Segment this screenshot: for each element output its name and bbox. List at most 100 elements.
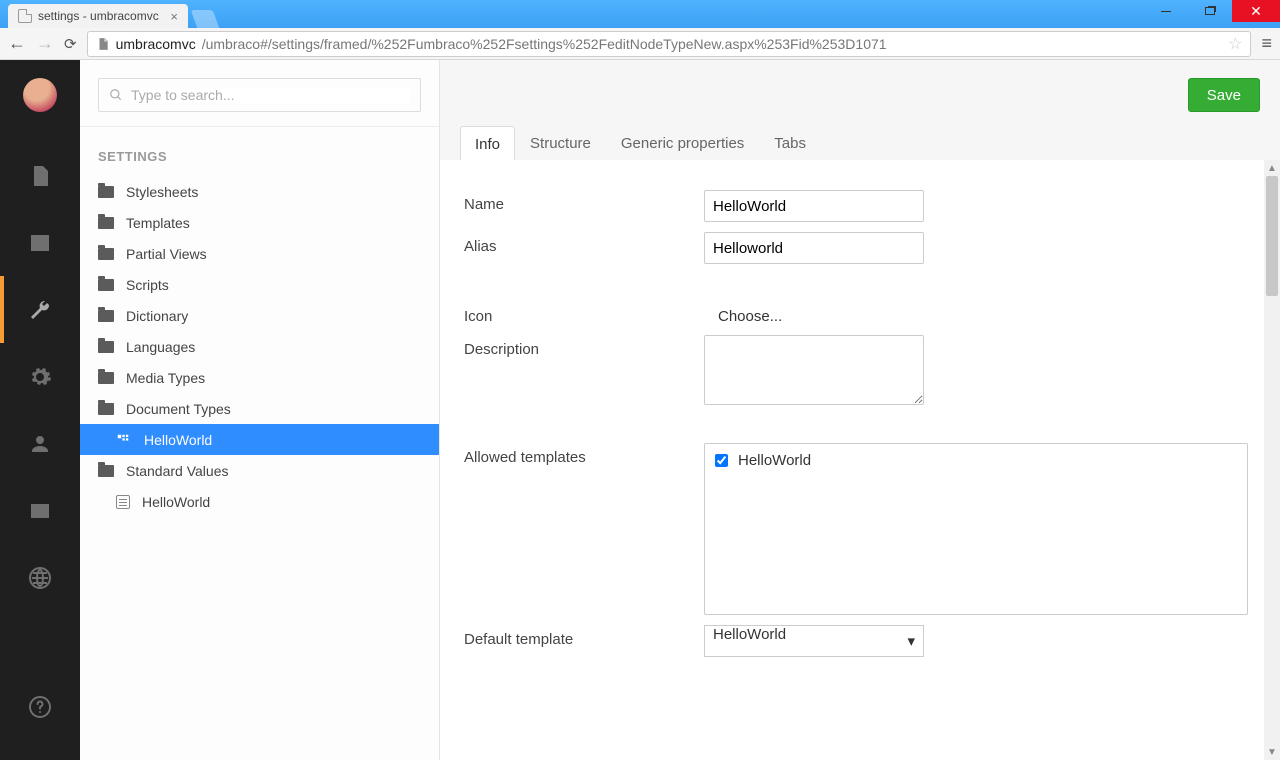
window-close-button[interactable]: ✕ [1232, 0, 1280, 22]
folder-icon [98, 217, 114, 229]
wrench-icon [28, 298, 52, 322]
search-box[interactable] [98, 78, 421, 112]
tree-item-stylesheets[interactable]: Stylesheets [80, 176, 439, 207]
label-icon: Icon [464, 302, 704, 325]
label-name: Name [464, 190, 704, 222]
browser-tab[interactable]: settings - umbracomvc × [8, 4, 188, 28]
folder-icon [98, 403, 114, 415]
folder-icon [98, 248, 114, 260]
scrollbar[interactable]: ▲ ▼ [1264, 160, 1280, 760]
default-template-select[interactable]: HelloWorld [704, 625, 924, 657]
tree-item-partial-views[interactable]: Partial Views [80, 238, 439, 269]
document-icon [116, 495, 130, 509]
tabs: InfoStructureGeneric propertiesTabs [440, 124, 821, 160]
user-icon [28, 432, 52, 456]
tree-item-scripts[interactable]: Scripts [80, 269, 439, 300]
browser-toolbar: ← → ⟳ umbracomvc/umbraco#/settings/frame… [0, 28, 1280, 60]
image-icon [28, 231, 52, 255]
tab-close-icon[interactable]: × [170, 9, 178, 24]
rail-users[interactable] [0, 410, 80, 477]
tree-item-helloworld[interactable]: HelloWorld [80, 486, 439, 517]
tree-item-dictionary[interactable]: Dictionary [80, 300, 439, 331]
avatar[interactable] [23, 78, 57, 112]
label-default-template: Default template [464, 625, 704, 657]
tree-item-label: Templates [126, 215, 190, 231]
tab-tabs[interactable]: Tabs [759, 125, 821, 160]
tree-item-label: Partial Views [126, 246, 207, 262]
new-tab-button[interactable] [191, 10, 220, 28]
rail-members[interactable] [0, 477, 80, 544]
back-button[interactable]: ← [8, 33, 26, 54]
tree-item-label: Document Types [126, 401, 231, 417]
default-template-value: HelloWorld [713, 626, 786, 643]
id-card-icon [28, 499, 52, 523]
rail-media[interactable] [0, 209, 80, 276]
allowed-templates-box: HelloWorld [704, 443, 1248, 615]
page-icon [96, 37, 110, 51]
tree-item-label: Media Types [126, 370, 205, 386]
tree-item-label: Dictionary [126, 308, 188, 324]
description-textarea[interactable] [704, 335, 924, 405]
settings-tree: Stylesheets Templates Partial Views Scripts… [80, 176, 439, 517]
tree-item-label: Stylesheets [126, 184, 198, 200]
alias-input[interactable] [704, 232, 924, 264]
address-path: /umbraco#/settings/framed/%252Fumbraco%2… [202, 36, 887, 52]
tab-structure[interactable]: Structure [515, 125, 606, 160]
tree-item-document-types[interactable]: Document Types [80, 393, 439, 424]
window-titlebar: settings - umbracomvc × ✕ [0, 0, 1280, 28]
window-minimize-button[interactable] [1144, 0, 1188, 22]
reload-button[interactable]: ⟳ [64, 35, 77, 53]
allowed-template-item[interactable]: HelloWorld [715, 452, 1237, 469]
address-bar[interactable]: umbracomvc/umbraco#/settings/framed/%252… [87, 31, 1252, 57]
folder-icon [98, 372, 114, 384]
tab-generic-properties[interactable]: Generic properties [606, 125, 759, 160]
doctype-icon [116, 433, 132, 447]
rail-content[interactable] [0, 142, 80, 209]
file-icon [28, 164, 52, 188]
form-area: Name Alias Icon Choose... Description Al… [440, 160, 1280, 760]
browser-menu-icon[interactable]: ≡ [1261, 33, 1272, 54]
save-button[interactable]: Save [1188, 78, 1260, 112]
search-icon [109, 88, 123, 102]
name-input[interactable] [704, 190, 924, 222]
tree-item-label: Standard Values [126, 463, 228, 479]
label-allowed-templates: Allowed templates [464, 443, 704, 615]
nav-rail [0, 60, 80, 760]
tree-item-helloworld[interactable]: HelloWorld [80, 424, 439, 455]
folder-icon [98, 310, 114, 322]
tree-item-standard-values[interactable]: Standard Values [80, 455, 439, 486]
folder-icon [98, 341, 114, 353]
settings-panel: SETTINGS Stylesheets Templates Partial Vie… [80, 60, 440, 760]
tree-item-templates[interactable]: Templates [80, 207, 439, 238]
gear-icon [28, 365, 52, 389]
tree-item-label: HelloWorld [144, 432, 212, 448]
rail-translation[interactable] [0, 544, 80, 611]
template-checkbox[interactable] [715, 454, 728, 467]
tree-item-languages[interactable]: Languages [80, 331, 439, 362]
template-label: HelloWorld [738, 452, 811, 469]
choose-icon-link[interactable]: Choose... [704, 302, 782, 325]
forward-button[interactable]: → [36, 33, 54, 54]
rail-settings[interactable] [0, 276, 80, 343]
rail-developer[interactable] [0, 343, 80, 410]
globe-icon [28, 566, 52, 590]
scroll-up-icon[interactable]: ▲ [1264, 160, 1280, 176]
bookmark-star-icon[interactable]: ☆ [1228, 34, 1242, 54]
scroll-down-icon[interactable]: ▼ [1264, 744, 1280, 760]
tree-item-label: Languages [126, 339, 195, 355]
label-description: Description [464, 335, 704, 405]
tree-item-media-types[interactable]: Media Types [80, 362, 439, 393]
page-icon [18, 9, 32, 23]
rail-help[interactable] [0, 673, 80, 740]
address-host: umbracomvc [116, 36, 196, 52]
tree-item-label: Scripts [126, 277, 169, 293]
folder-icon [98, 186, 114, 198]
scrollbar-thumb[interactable] [1266, 176, 1278, 296]
tab-info[interactable]: Info [460, 126, 515, 161]
search-input[interactable] [131, 87, 410, 103]
help-icon [28, 695, 52, 719]
panel-heading: SETTINGS [80, 149, 439, 176]
folder-icon [98, 465, 114, 477]
content-area: Save InfoStructureGeneric propertiesTabs… [440, 60, 1280, 760]
window-maximize-button[interactable] [1188, 0, 1232, 22]
